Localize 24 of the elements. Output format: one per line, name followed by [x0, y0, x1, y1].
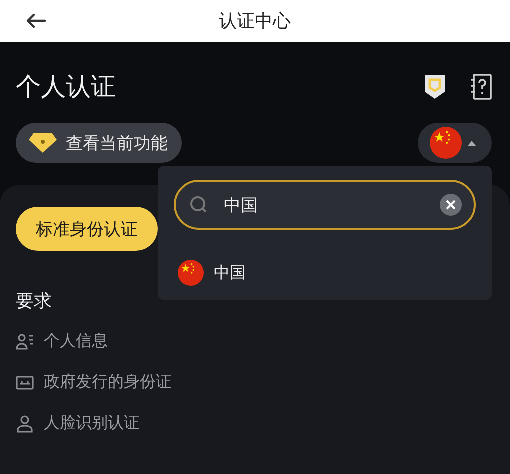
requirement-label: 政府发行的身份证 — [44, 372, 172, 393]
caret-icon — [468, 140, 476, 146]
view-features-button[interactable]: 查看当前功能 — [16, 123, 182, 163]
close-icon — [446, 200, 456, 210]
id-card-icon — [16, 374, 34, 390]
shield-icon[interactable] — [424, 74, 446, 100]
header-title: 认证中心 — [219, 10, 291, 33]
clear-button[interactable] — [440, 194, 462, 216]
help-icon[interactable] — [470, 74, 492, 100]
search-icon — [190, 196, 208, 214]
person-icon — [16, 414, 34, 432]
country-option[interactable]: 中国 — [214, 262, 246, 284]
requirement-label: 人脸识别认证 — [44, 413, 140, 434]
china-flag-icon — [430, 127, 462, 159]
person-info-icon — [16, 332, 34, 350]
requirement-label: 个人信息 — [44, 331, 108, 352]
china-flag-icon — [178, 260, 204, 286]
country-selector[interactable] — [418, 123, 492, 163]
diamond-icon — [28, 132, 58, 154]
search-input[interactable]: 中国 — [222, 194, 426, 216]
requirements-title: 要求 — [16, 290, 53, 313]
page-title: 个人认证 — [16, 71, 116, 103]
search-bar[interactable]: 中国 — [174, 180, 476, 230]
standard-verification-button[interactable]: 标准身份认证 — [16, 207, 158, 251]
